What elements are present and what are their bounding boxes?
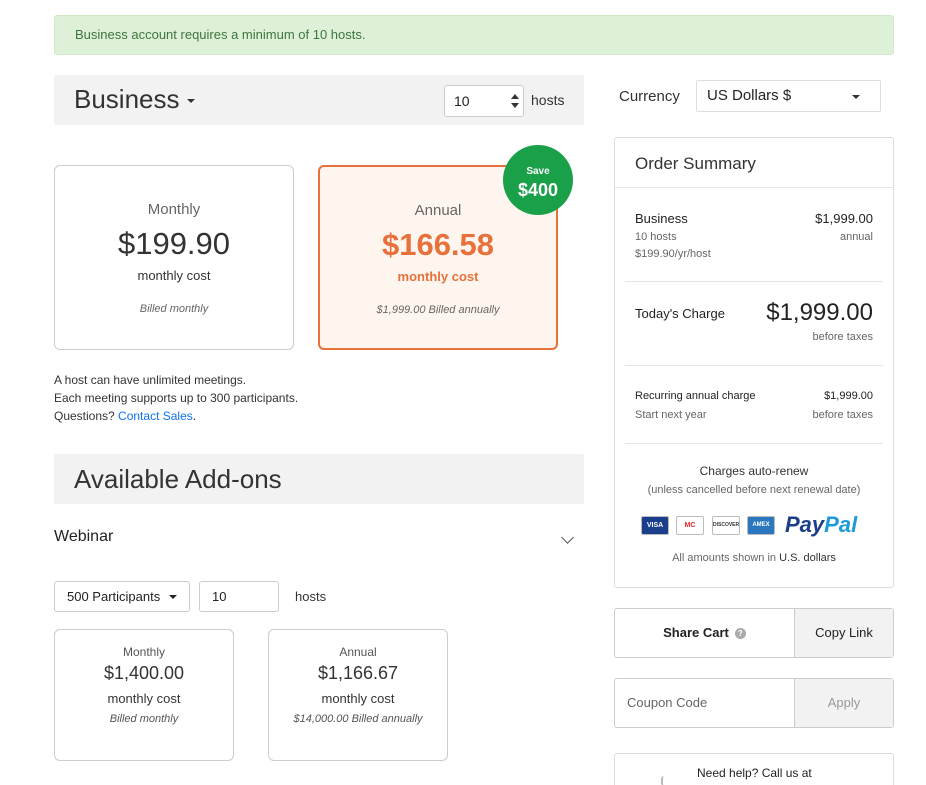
card-price: $1,400.00 (103, 663, 185, 683)
caret-down-icon (852, 95, 860, 99)
card-subtitle: monthly cost (321, 691, 395, 706)
spinner-icon[interactable] (511, 93, 519, 109)
webinar-hosts-label: hosts (295, 589, 327, 604)
today-charge-amount: $1,999.00 (766, 299, 873, 326)
summary-item-name: Business (635, 211, 688, 226)
webinar-annual-card[interactable]: Annual $1,166.67 monthly cost $14,000.00… (268, 629, 448, 761)
participants-select[interactable]: 500 Participants (54, 581, 190, 612)
minimum-hosts-alert: Business account requires a minimum of 1… (54, 15, 894, 55)
amounts-note: All amounts shown in U.S. dollars (672, 552, 836, 564)
save-amount: $400 (517, 180, 559, 200)
summary-item-hosts: 10 hosts (635, 231, 677, 243)
card-price: $166.58 (381, 227, 495, 262)
copy-link-button[interactable]: Copy Link (794, 609, 893, 657)
webinar-label: Webinar (54, 528, 114, 545)
monthly-price-card[interactable]: Monthly $199.90 monthly cost Billed mont… (54, 165, 294, 350)
card-title: Monthly (122, 645, 166, 659)
addons-title: Available Add-ons (74, 464, 282, 494)
summary-item-rate: $199.90/yr/host (635, 248, 711, 260)
today-charge-note: before taxes (812, 331, 873, 343)
plan-header: Business 10 hosts (54, 75, 584, 125)
webinar-toggle[interactable]: Webinar (54, 528, 584, 552)
webinar-hosts-input[interactable]: 10 (199, 581, 279, 612)
coupon-box: Coupon Code Apply (614, 678, 894, 728)
help-text: Need help? Call us at (697, 766, 812, 780)
visa-icon: VISA (641, 516, 669, 535)
mastercard-icon: MC (676, 516, 704, 535)
card-title: Monthly (147, 201, 201, 218)
divider (615, 187, 893, 188)
recurring-note: before taxes (812, 409, 873, 421)
currency-select[interactable]: US Dollars $ (696, 80, 881, 112)
currency-value: US Dollars $ (707, 87, 792, 104)
paypal-logo: PayPal (785, 512, 858, 537)
summary-item-period: annual (839, 231, 873, 243)
card-billing-note: Billed monthly (139, 303, 209, 315)
plan-dropdown[interactable]: Business (74, 84, 195, 115)
plan-name: Business (74, 84, 180, 114)
info-line: A host can have unlimited meetings. (54, 373, 247, 387)
card-subtitle: monthly cost (137, 268, 211, 283)
auto-renew-note: (unless cancelled before next renewal da… (647, 484, 861, 496)
summary-title: Order Summary (635, 154, 756, 173)
webinar-monthly-card[interactable]: Monthly $1,400.00 monthly cost Billed mo… (54, 629, 234, 761)
divider (625, 365, 883, 366)
divider (625, 281, 883, 282)
card-subtitle: monthly cost (397, 269, 479, 284)
share-cart-button[interactable]: Share Cart? (615, 609, 794, 657)
participants-value: 500 Participants (67, 589, 161, 604)
hosts-label: hosts (531, 92, 565, 108)
card-price: $199.90 (117, 226, 231, 261)
question-icon[interactable]: ? (734, 628, 746, 640)
card-billing-note: Billed monthly (109, 713, 179, 725)
card-billing-note: $14,000.00 Billed annually (293, 713, 423, 725)
card-subtitle: monthly cost (107, 691, 181, 706)
hosts-value: 10 (454, 93, 470, 109)
info-line: Each meeting supports up to 300 particip… (54, 391, 299, 405)
currency-label: Currency (619, 88, 680, 105)
recurring-label: Recurring annual charge (635, 390, 756, 402)
coupon-input[interactable]: Coupon Code (615, 679, 794, 727)
share-cart-box: Share Cart? Copy Link (614, 608, 894, 658)
card-price: $1,166.67 (317, 663, 399, 683)
phone-icon (661, 776, 667, 785)
save-label: Save (526, 166, 550, 177)
caret-down-icon (186, 99, 195, 104)
caret-down-icon (169, 595, 177, 599)
summary-item-price: $1,999.00 (815, 211, 873, 226)
chevron-down-icon (561, 531, 574, 544)
divider (625, 443, 883, 444)
order-summary: Order Summary Business 10 hosts $199.90/… (614, 137, 894, 588)
plan-info: A host can have unlimited meetings. Each… (54, 371, 298, 425)
contact-sales-link[interactable]: Contact Sales (118, 409, 193, 423)
hosts-input[interactable]: 10 (444, 85, 524, 117)
info-questions: Questions? Contact Sales. (54, 409, 197, 423)
today-charge-label: Today's Charge (635, 306, 725, 321)
recurring-amount: $1,999.00 (824, 390, 873, 402)
card-title: Annual (339, 645, 377, 659)
amex-icon: AMEX (747, 516, 775, 535)
recurring-start: Start next year (635, 409, 707, 421)
save-badge: Save $400 (503, 145, 573, 215)
auto-renew-text: Charges auto-renew (699, 464, 809, 478)
addons-header: Available Add-ons (54, 454, 584, 504)
card-billing-note: $1,999.00 Billed annually (376, 304, 500, 316)
apply-button[interactable]: Apply (794, 679, 893, 727)
discover-icon: DISCOVER (712, 516, 740, 535)
help-box: Need help? Call us at (614, 753, 894, 785)
